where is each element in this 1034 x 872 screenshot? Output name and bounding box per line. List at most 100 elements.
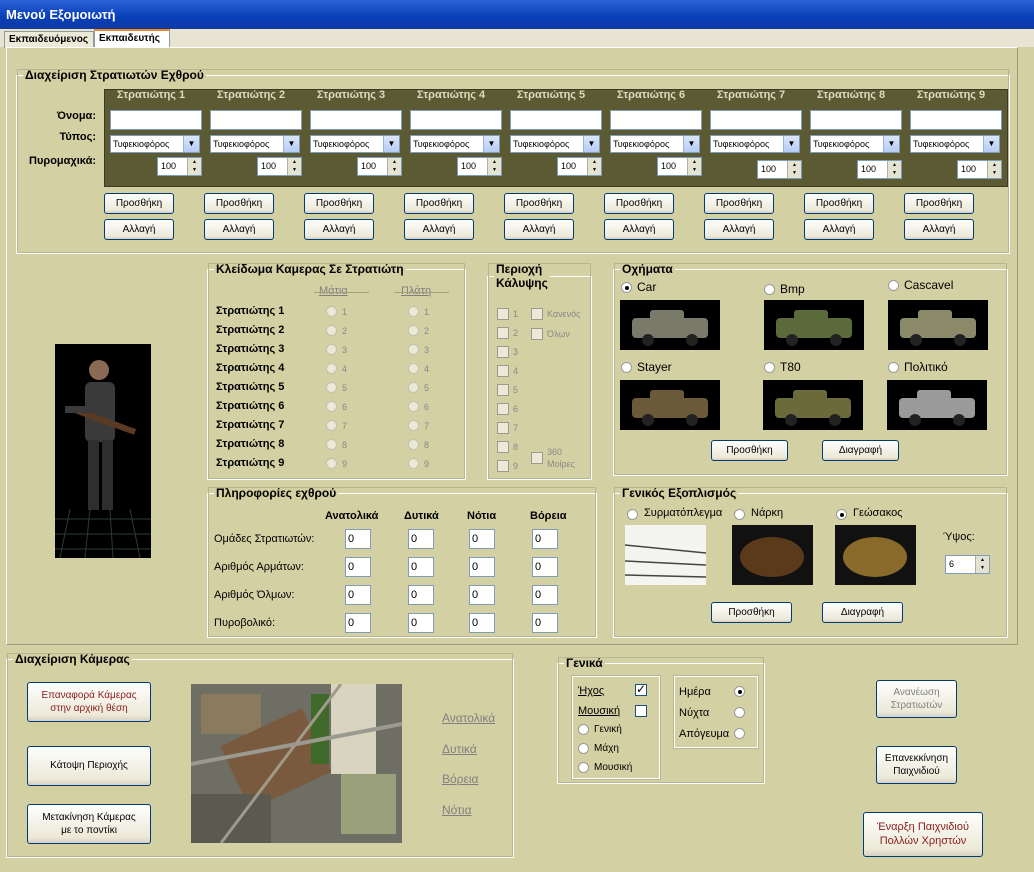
vehicle-radio[interactable] [764, 284, 775, 295]
soldier-change-button[interactable]: Αλλαγή [404, 219, 474, 240]
spin-updown-icon[interactable]: ▲ ▼ [587, 158, 601, 175]
chevron-down-icon[interactable]: ▼ [183, 136, 199, 152]
soldier-change-button[interactable]: Αλλαγή [804, 219, 874, 240]
soldier-type-select[interactable]: Τυφεκιοφόρος ▼ [810, 135, 900, 153]
vehicle-radio[interactable] [621, 362, 632, 373]
back-radio[interactable] [408, 401, 419, 412]
enemy-count-input[interactable]: 0 [345, 529, 371, 549]
vehicle-image[interactable] [620, 380, 720, 430]
music-option-radio[interactable] [578, 762, 589, 773]
music-option-radio[interactable] [578, 724, 589, 735]
enemy-count-input[interactable]: 0 [532, 613, 558, 633]
back-radio[interactable] [408, 344, 419, 355]
coverage-checkbox[interactable] [497, 308, 509, 320]
coverage-all-checkbox[interactable] [531, 328, 543, 340]
soldier-change-button[interactable]: Αλλαγή [204, 219, 274, 240]
height-stepper[interactable]: 6 ▲ ▼ [945, 555, 990, 574]
enemy-count-input[interactable]: 0 [469, 585, 495, 605]
soldier-ammo-stepper[interactable]: 100 ▲ ▼ [357, 157, 402, 176]
soldier-add-button[interactable]: Προσθήκη [804, 193, 874, 214]
enemy-count-input[interactable]: 0 [408, 613, 434, 633]
vehicle-delete-button[interactable]: Διαγραφή [822, 440, 899, 461]
equipment-image[interactable] [625, 525, 706, 585]
coverage-checkbox[interactable] [497, 460, 509, 472]
soldier-name-input[interactable] [110, 110, 202, 130]
soldier-change-button[interactable]: Αλλαγή [104, 219, 174, 240]
vehicle-radio[interactable] [621, 282, 632, 293]
eyes-radio[interactable] [326, 382, 337, 393]
back-radio[interactable] [408, 458, 419, 469]
vehicle-add-button[interactable]: Προσθήκη [711, 440, 788, 461]
chevron-down-icon[interactable]: ▼ [783, 136, 799, 152]
spin-updown-icon[interactable]: ▲ ▼ [287, 158, 301, 175]
camera-direction-link[interactable]: Νότια [442, 803, 472, 817]
enemy-count-input[interactable]: 0 [532, 557, 558, 577]
chevron-down-icon[interactable]: ▼ [983, 136, 999, 152]
soldier-type-select[interactable]: Τυφεκιοφόρος ▼ [610, 135, 700, 153]
eyes-radio[interactable] [326, 325, 337, 336]
soldier-name-input[interactable] [510, 110, 602, 130]
soldier-add-button[interactable]: Προσθήκη [604, 193, 674, 214]
time-option-radio[interactable] [734, 728, 745, 739]
spin-updown-icon[interactable]: ▲ ▼ [787, 161, 801, 178]
soldier-type-select[interactable]: Τυφεκιοφόρος ▼ [210, 135, 300, 153]
restart-game-button[interactable]: Επανεκκίνηση Παιχνιδιού [876, 746, 957, 784]
soldier-name-input[interactable] [910, 110, 1002, 130]
soldier-ammo-stepper[interactable]: 100 ▲ ▼ [157, 157, 202, 176]
soldier-name-input[interactable] [810, 110, 902, 130]
coverage-checkbox[interactable] [497, 422, 509, 434]
soldier-ammo-stepper[interactable]: 100 ▲ ▼ [657, 157, 702, 176]
coverage-checkbox[interactable] [497, 403, 509, 415]
vehicle-radio[interactable] [764, 362, 775, 373]
spin-updown-icon[interactable]: ▲ ▼ [975, 556, 989, 573]
equipment-image[interactable] [732, 525, 813, 585]
vehicle-image[interactable] [763, 380, 863, 430]
camera-direction-link[interactable]: Βόρεια [442, 772, 478, 786]
soldier-add-button[interactable]: Προσθήκη [204, 193, 274, 214]
enemy-count-input[interactable]: 0 [532, 529, 558, 549]
coverage-checkbox[interactable] [497, 441, 509, 453]
enemy-count-input[interactable]: 0 [408, 529, 434, 549]
reset-camera-button[interactable]: Επαναφορά Κάμερας στην αρχική θέση [27, 682, 151, 722]
spin-updown-icon[interactable]: ▲ ▼ [187, 158, 201, 175]
enemy-count-input[interactable]: 0 [345, 613, 371, 633]
start-multiplayer-button[interactable]: Έναρξη Παιχνιδιού Πολλών Χρηστών [863, 812, 983, 857]
eyes-radio[interactable] [326, 401, 337, 412]
soldier-ammo-stepper[interactable]: 100 ▲ ▼ [557, 157, 602, 176]
eyes-radio[interactable] [326, 306, 337, 317]
coverage-checkbox[interactable] [497, 384, 509, 396]
vehicle-image[interactable] [888, 300, 988, 350]
back-radio[interactable] [408, 325, 419, 336]
chevron-down-icon[interactable]: ▼ [883, 136, 899, 152]
soldier-type-select[interactable]: Τυφεκιοφόρος ▼ [510, 135, 600, 153]
coverage-checkbox[interactable] [497, 327, 509, 339]
vehicle-image[interactable] [620, 300, 720, 350]
chevron-down-icon[interactable]: ▼ [583, 136, 599, 152]
spin-updown-icon[interactable]: ▲ ▼ [687, 158, 701, 175]
soldier-ammo-stepper[interactable]: 100 ▲ ▼ [857, 160, 902, 179]
enemy-count-input[interactable]: 0 [469, 529, 495, 549]
back-radio[interactable] [408, 420, 419, 431]
soldier-change-button[interactable]: Αλλαγή [904, 219, 974, 240]
soldier-ammo-stepper[interactable]: 100 ▲ ▼ [957, 160, 1002, 179]
eyes-radio[interactable] [326, 458, 337, 469]
time-option-radio[interactable] [734, 707, 745, 718]
spin-updown-icon[interactable]: ▲ ▼ [887, 161, 901, 178]
camera-direction-link[interactable]: Ανατολικά [442, 711, 495, 725]
coverage-360-checkbox[interactable] [531, 452, 543, 464]
equipment-add-button[interactable]: Προσθήκη [711, 602, 792, 623]
spin-updown-icon[interactable]: ▲ ▼ [387, 158, 401, 175]
equipment-image[interactable] [835, 525, 916, 585]
soldier-change-button[interactable]: Αλλαγή [704, 219, 774, 240]
enemy-count-input[interactable]: 0 [408, 585, 434, 605]
soldier-add-button[interactable]: Προσθήκη [104, 193, 174, 214]
soldier-type-select[interactable]: Τυφεκιοφόρος ▼ [410, 135, 500, 153]
eyes-radio[interactable] [326, 420, 337, 431]
soldier-add-button[interactable]: Προσθήκη [704, 193, 774, 214]
soldier-add-button[interactable]: Προσθήκη [304, 193, 374, 214]
vehicle-image[interactable] [764, 300, 864, 350]
enemy-count-input[interactable]: 0 [345, 585, 371, 605]
soldier-type-select[interactable]: Τυφεκιοφόρος ▼ [110, 135, 200, 153]
soldier-type-select[interactable]: Τυφεκιοφόρος ▼ [710, 135, 800, 153]
back-radio[interactable] [408, 306, 419, 317]
